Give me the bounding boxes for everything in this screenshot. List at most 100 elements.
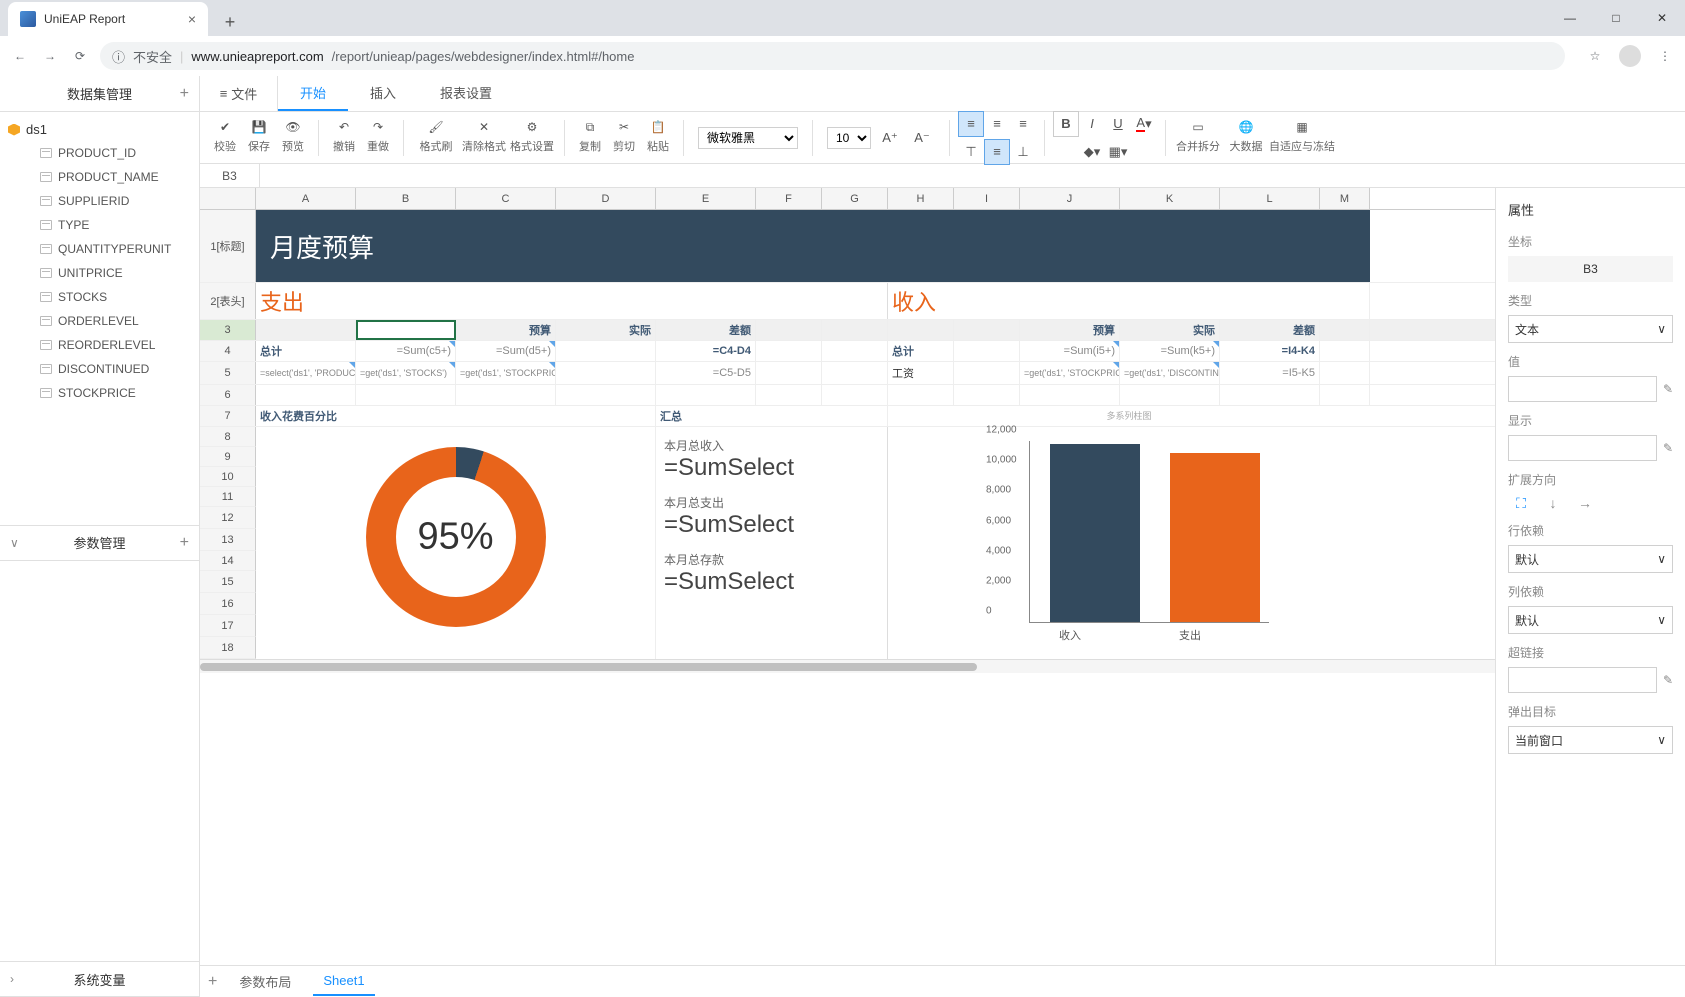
redo-button[interactable]: ↷重做 <box>361 116 395 154</box>
row-header[interactable]: 3 <box>200 320 256 340</box>
edit-icon[interactable]: ✎ <box>1663 382 1673 396</box>
target-select[interactable]: 当前窗口∨ <box>1508 726 1673 754</box>
align-right-icon[interactable]: ≡ <box>1010 111 1036 137</box>
paste-button[interactable]: 📋粘贴 <box>641 116 675 154</box>
col-header[interactable]: A <box>256 188 356 209</box>
profile-avatar-icon[interactable] <box>1619 45 1641 67</box>
cell[interactable]: =Sum(k5+) <box>1120 341 1220 361</box>
cell[interactable] <box>954 341 1020 361</box>
row-header[interactable]: 2[表头] <box>200 283 256 319</box>
cell[interactable]: =get('ds1', 'STOCKS') <box>356 362 456 384</box>
cell[interactable] <box>822 385 888 405</box>
font-color-button[interactable]: A▾ <box>1131 111 1157 137</box>
file-menu[interactable]: ≡ 文件 <box>200 76 278 111</box>
cell[interactable] <box>822 341 888 361</box>
cell[interactable] <box>256 385 356 405</box>
cell[interactable] <box>756 362 822 384</box>
row-header[interactable]: 17 <box>200 615 256 637</box>
cell[interactable]: =Sum(i5+) <box>1020 341 1120 361</box>
edit-icon[interactable]: ✎ <box>1663 441 1673 455</box>
dataset-root[interactable]: ds1 <box>0 118 199 141</box>
dataset-field[interactable]: DISCONTINUED <box>0 357 199 381</box>
chevron-icon[interactable]: ∨ <box>10 536 19 550</box>
row-header[interactable]: 10 <box>200 467 256 487</box>
cell[interactable]: 总计 <box>256 341 356 361</box>
cell[interactable] <box>1120 385 1220 405</box>
cell[interactable] <box>456 385 556 405</box>
chevron-right-icon[interactable]: › <box>10 972 14 986</box>
freeze-button[interactable]: ▦自适应与冻结 <box>1270 116 1334 154</box>
align-left-icon[interactable]: ≡ <box>958 111 984 137</box>
new-tab-button[interactable]: + <box>216 8 244 36</box>
cell[interactable]: 收入 <box>888 283 1370 319</box>
cell-reference[interactable]: B3 <box>200 164 260 187</box>
dataset-field[interactable]: PRODUCT_NAME <box>0 165 199 189</box>
cell[interactable]: =I4-K4 <box>1220 341 1320 361</box>
row-header[interactable]: 14 <box>200 551 256 571</box>
cell[interactable] <box>1320 341 1370 361</box>
cell[interactable] <box>954 385 1020 405</box>
fontsize-increase-icon[interactable]: A⁺ <box>877 125 903 151</box>
window-maximize-icon[interactable]: □ <box>1593 0 1639 36</box>
menu-tab-1[interactable]: 插入 <box>348 76 418 111</box>
cut-button[interactable]: ✂剪切 <box>607 116 641 154</box>
col-header[interactable]: K <box>1120 188 1220 209</box>
cell[interactable]: 总计 <box>888 341 954 361</box>
dataset-field[interactable]: SUPPLIERID <box>0 189 199 213</box>
param-layout-tab[interactable]: 参数布局 <box>229 966 301 997</box>
expand-down-icon[interactable]: ↓ <box>1544 494 1562 512</box>
row-header[interactable]: 13 <box>200 529 256 551</box>
cell[interactable] <box>1020 385 1120 405</box>
expand-none-icon[interactable]: ⛶ <box>1512 494 1530 512</box>
rowdep-select[interactable]: 默认∨ <box>1508 545 1673 573</box>
font-select[interactable]: 微软雅黑 <box>698 127 798 149</box>
bookmark-star-icon[interactable]: ☆ <box>1585 46 1605 66</box>
row-header[interactable]: 8 <box>200 427 256 447</box>
cell[interactable]: =get('ds1', 'STOCKPRICE') <box>456 362 556 384</box>
cell[interactable] <box>888 320 954 340</box>
expand-right-icon[interactable]: → <box>1576 494 1594 512</box>
dataset-field[interactable]: PRODUCT_ID <box>0 141 199 165</box>
cell[interactable] <box>1320 320 1370 340</box>
dataset-field[interactable]: ORDERLEVEL <box>0 309 199 333</box>
col-header[interactable]: M <box>1320 188 1370 209</box>
cell[interactable] <box>822 320 888 340</box>
cell[interactable] <box>1220 385 1320 405</box>
format-settings-button[interactable]: ⚙格式设置 <box>508 116 556 154</box>
underline-button[interactable]: U <box>1105 111 1131 137</box>
undo-button[interactable]: ↶撤销 <box>327 116 361 154</box>
row-header[interactable]: 16 <box>200 593 256 615</box>
cell[interactable]: =get('ds1', 'STOCKPRICE') <box>1020 362 1120 384</box>
cell[interactable] <box>356 320 456 340</box>
merge-split-button[interactable]: ▭合并拆分 <box>1174 116 1222 154</box>
dataset-field[interactable]: QUANTITYPERUNIT <box>0 237 199 261</box>
cell[interactable] <box>888 385 954 405</box>
value-input[interactable] <box>1508 376 1657 402</box>
row-header[interactable]: 1[标题] <box>200 210 256 282</box>
dataset-field[interactable]: STOCKS <box>0 285 199 309</box>
add-sheet-button[interactable]: + <box>208 973 217 991</box>
col-header[interactable]: B <box>356 188 456 209</box>
cell[interactable] <box>954 320 1020 340</box>
border-button[interactable]: ▦▾ <box>1105 139 1131 165</box>
cell[interactable]: =C5-D5 <box>656 362 756 384</box>
dataset-field[interactable]: TYPE <box>0 213 199 237</box>
menu-tab-2[interactable]: 报表设置 <box>418 76 514 111</box>
cell[interactable]: 支出 <box>256 283 888 319</box>
cell[interactable] <box>756 385 822 405</box>
sysvars-header[interactable]: › 系统变量 <box>0 961 199 997</box>
add-param-button[interactable]: + <box>180 534 189 552</box>
row-header[interactable]: 4 <box>200 341 256 361</box>
cell[interactable] <box>1320 362 1370 384</box>
align-center-icon[interactable]: ≡ <box>984 111 1010 137</box>
row-header[interactable]: 18 <box>200 637 256 659</box>
cell[interactable] <box>356 385 456 405</box>
row-header[interactable]: 15 <box>200 571 256 593</box>
cell[interactable]: 收入花费百分比 <box>256 406 656 426</box>
italic-button[interactable]: I <box>1079 111 1105 137</box>
cell[interactable] <box>556 385 656 405</box>
row-header[interactable]: 6 <box>200 385 256 405</box>
format-brush-button[interactable]: 🖌格式刷 <box>412 116 460 154</box>
save-button[interactable]: 💾保存 <box>242 116 276 154</box>
bold-button[interactable]: B <box>1053 111 1079 137</box>
